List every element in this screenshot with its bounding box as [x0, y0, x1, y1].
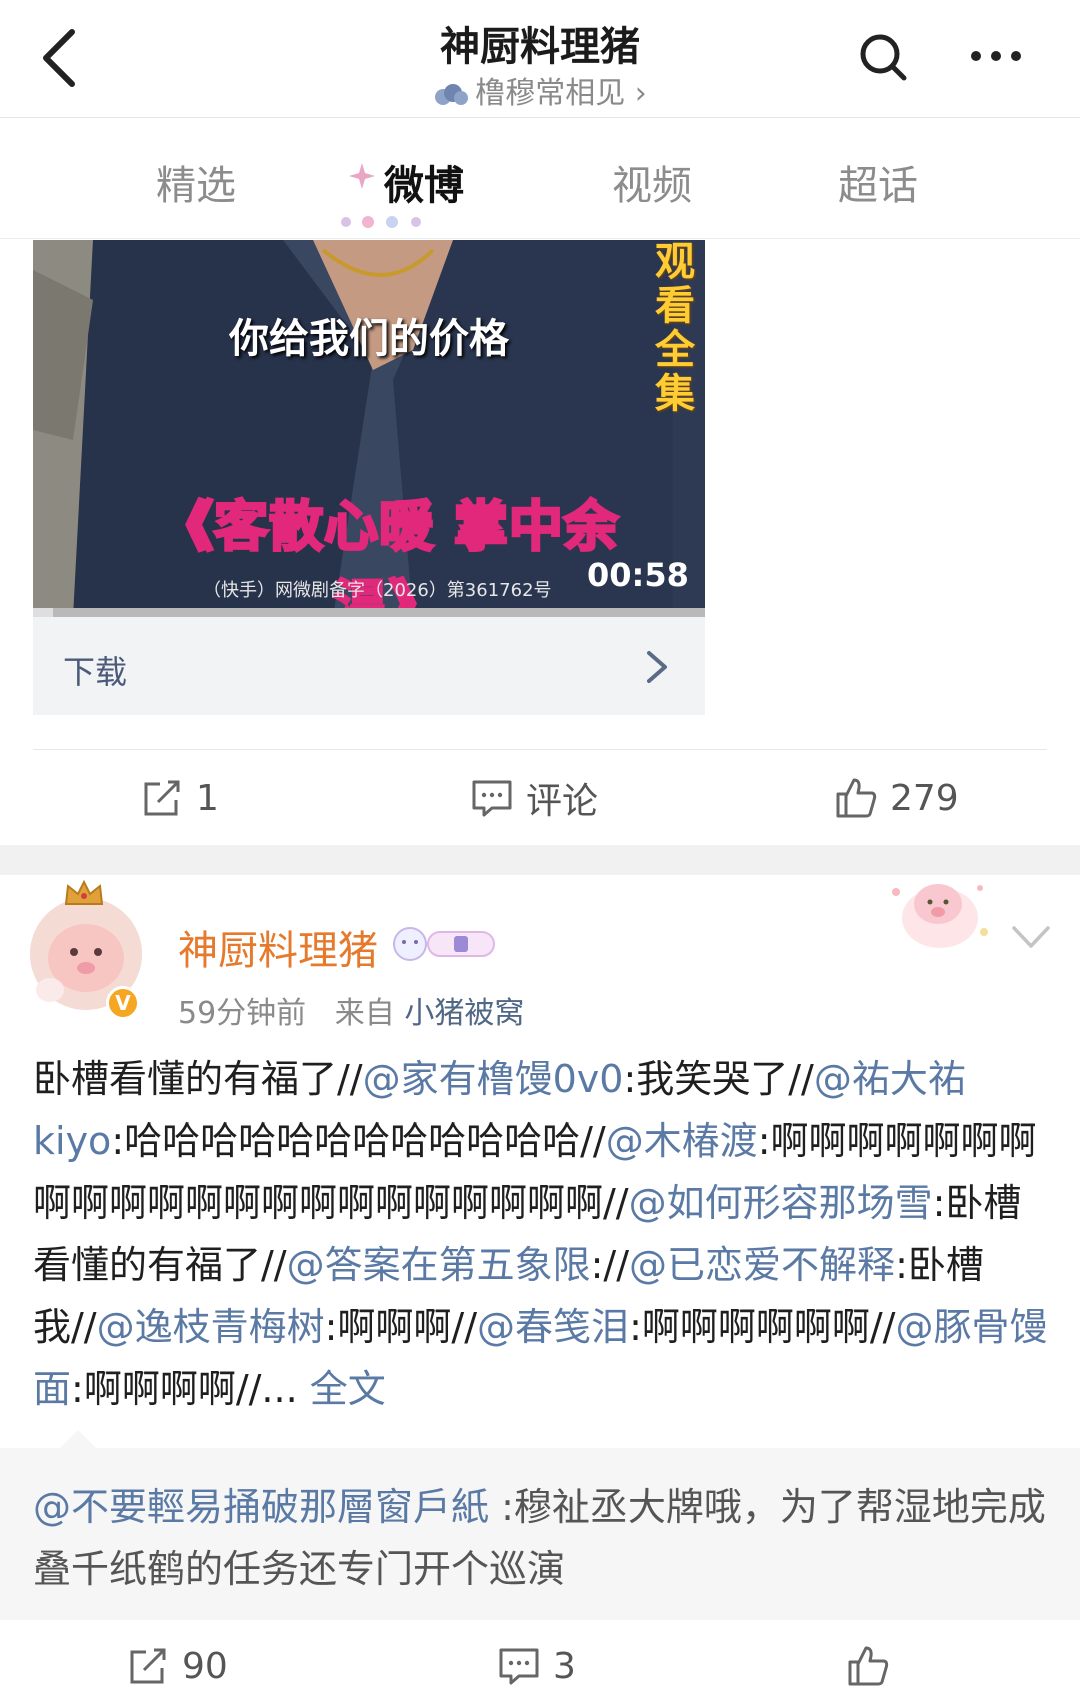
quoted-comment-text: @不要輕易捅破那層窗戶紙 :穆祉丞大牌哦，为了帮湿地完成叠千纸鹤的任务还专门开个…: [33, 1476, 1053, 1600]
video-duration: 00:58: [587, 556, 689, 594]
body-text-segment: :啊啊啊啊//...: [71, 1367, 310, 1411]
crown-icon: [64, 879, 104, 905]
page-title: 神厨料理猪: [440, 24, 640, 70]
mention-link[interactable]: @春笺泪: [477, 1305, 629, 1349]
post2-comment-button[interactable]: 3: [497, 1642, 576, 1690]
video-progress-bar[interactable]: [33, 608, 705, 617]
fan-badge-icon: [393, 927, 495, 961]
body-text-segment: :啊啊啊啊啊啊//: [629, 1305, 896, 1349]
video-side-text: 观看全集: [655, 240, 695, 417]
video-caption: 你给我们的价格: [229, 316, 509, 362]
comment-icon: [499, 1648, 539, 1685]
page-subtitle[interactable]: 橹穆常相见 ›: [0, 68, 1080, 112]
tab-video[interactable]: 视频: [612, 153, 692, 211]
post-body: 卧槽看懂的有福了//@家有橹馒0v0:我笑哭了//@祐大祐kiyo:哈哈哈哈哈哈…: [33, 1048, 1053, 1420]
video-license: （快手）网微剧备字（2026）第361762号: [203, 580, 552, 601]
post2-actions: 90 3: [0, 1618, 1080, 1704]
tab-indicator-decoration: [341, 216, 421, 228]
mention-link[interactable]: @木椿渡: [606, 1119, 758, 1163]
video-player[interactable]: 你给我们的价格 观看全集 《客散心暖 掌中余温》 （快手）网微剧备字（2026）…: [33, 240, 705, 617]
tab-bar: 精选 微博 视频 超话: [0, 119, 1080, 239]
avatar[interactable]: V: [30, 879, 142, 1020]
mention-link[interactable]: @如何形容那场雪: [629, 1181, 933, 1225]
search-button[interactable]: [856, 30, 912, 86]
source-prefix: 来自: [334, 996, 395, 1031]
body-text-segment: ://: [590, 1243, 630, 1287]
more-button[interactable]: [966, 34, 1026, 78]
mention-link[interactable]: @已恋爱不解释: [629, 1243, 895, 1287]
mention-link[interactable]: @逸枝青梅树: [97, 1305, 325, 1349]
post2-comment-count: 3: [553, 1645, 576, 1687]
quote-pointer: [60, 1430, 96, 1448]
body-text-segment: :哈哈哈哈哈哈哈哈哈哈哈哈//: [111, 1119, 606, 1163]
share-icon: [144, 780, 180, 816]
post-meta: 59分钟前 来自 小猪被窝: [178, 988, 524, 1032]
comment-icon: [472, 780, 512, 817]
post2-repost-button[interactable]: 90: [126, 1642, 228, 1690]
quote-mention[interactable]: @不要輕易捅破那層窗戶紙: [33, 1485, 489, 1529]
repost-button[interactable]: 1: [140, 774, 219, 822]
post-time: 59分钟前: [178, 996, 307, 1031]
download-button[interactable]: 下载: [33, 617, 705, 715]
body-text-segment: :啊啊啊//: [324, 1305, 478, 1349]
top-bar: 神厨料理猪 橹穆常相见 ›: [0, 0, 1080, 118]
share-icon: [130, 1648, 166, 1684]
thumbs-up-icon: [848, 1646, 889, 1686]
pig-sticker-icon: [892, 884, 988, 948]
repost-count: 1: [196, 777, 219, 819]
chevron-down-icon[interactable]: [1008, 920, 1054, 956]
comment-button[interactable]: 评论: [470, 774, 598, 822]
like-count: 279: [890, 777, 959, 819]
search-icon: [860, 34, 907, 81]
mention-link[interactable]: @答案在第五象限: [287, 1243, 591, 1287]
post2-like-button[interactable]: [846, 1642, 902, 1690]
comment-label: 评论: [526, 781, 599, 822]
more-dots-icon: [971, 51, 1021, 61]
post2-repost-count: 90: [182, 1645, 228, 1687]
author-name[interactable]: 神厨料理猪: [178, 918, 378, 976]
download-label: 下载: [63, 653, 128, 691]
verified-badge: V: [106, 986, 140, 1020]
tab-featured[interactable]: 精选: [156, 153, 236, 211]
mention-link[interactable]: @家有橹馒0v0: [363, 1057, 624, 1101]
body-text-segment: 卧槽看懂的有福了//: [33, 1057, 363, 1101]
post-source[interactable]: 小猪被窝: [404, 996, 524, 1031]
chevron-right-icon: [647, 651, 667, 683]
cloud-icon: [435, 83, 469, 105]
body-text-segment: :我笑哭了//: [623, 1057, 814, 1101]
video-progress-fill: [33, 608, 54, 617]
subtitle-label: 橹穆常相见 ›: [475, 76, 647, 111]
like-button[interactable]: 279: [834, 774, 959, 822]
tab-super-topic[interactable]: 超话: [838, 153, 918, 211]
thumbs-up-icon: [836, 778, 877, 818]
post-actions: 1 评论 279: [0, 750, 1080, 840]
tab-weibo[interactable]: 微博: [384, 153, 464, 211]
mention-link[interactable]: 全文: [310, 1367, 386, 1411]
